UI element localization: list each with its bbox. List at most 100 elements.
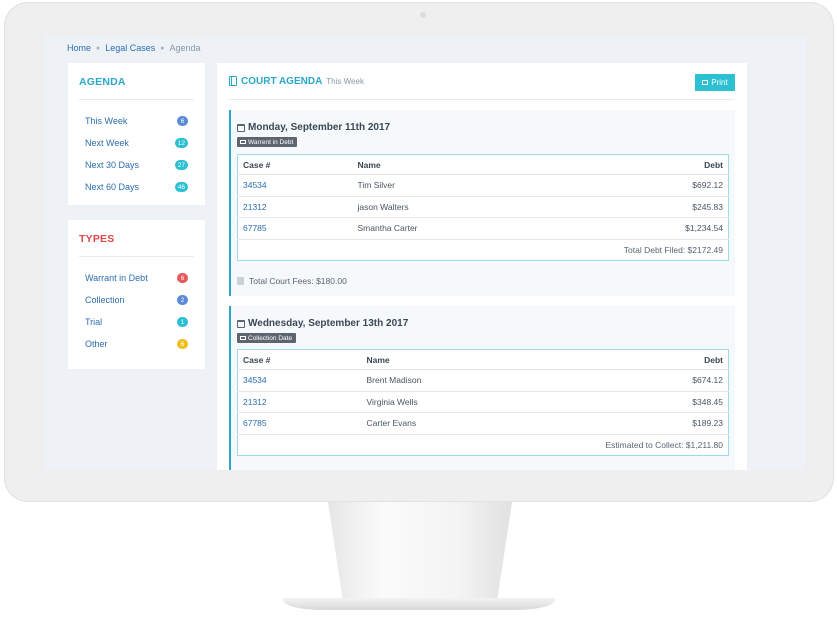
breadcrumb-legal-cases[interactable]: Legal Cases (105, 43, 155, 53)
screen: Home ● Legal Cases ● Agenda AGENDA This … (44, 36, 806, 470)
types-title: TYPES (79, 233, 115, 245)
type-item-label: Trial (85, 317, 103, 327)
count-badge: 6 (177, 116, 188, 126)
defendant-name: Smantha Carter (352, 217, 575, 240)
case-number-link[interactable]: 21312 (237, 196, 353, 218)
type-item-warrant-in-debt[interactable]: Warrant in Debt 6 (68, 267, 205, 289)
day-title: Monday, September 11th 2017 (231, 110, 735, 136)
court-fees: Total Court Fees: $180.00 (237, 276, 347, 286)
tag-label: Warrent in Debt (248, 138, 294, 146)
table-row: 21312 jason Walters $245.83 (237, 196, 729, 218)
day-title: Wednesday, September 13th 2017 (231, 306, 735, 332)
count-badge: 1 (177, 317, 188, 327)
defendant-name: Virginia Wells (361, 391, 586, 413)
agenda-item-label: This Week (85, 116, 128, 126)
debt-amount: $674.12 (585, 369, 729, 392)
breadcrumb-separator-icon: ● (160, 44, 165, 52)
type-item-label: Other (85, 339, 108, 349)
debt-amount: $692.12 (574, 174, 729, 197)
monitor-stand (328, 502, 512, 600)
table-header-row: Case # Name Debt (237, 349, 729, 370)
day-title-text: Wednesday, September 13th 2017 (248, 318, 409, 329)
column-header-name: Name (352, 154, 575, 175)
table-row: 34534 Brent Madison $674.12 (237, 369, 729, 392)
agenda-item-next-30-days[interactable]: Next 30 Days 27 (68, 154, 205, 176)
camera-dot (420, 12, 426, 18)
count-badge: 27 (174, 160, 188, 170)
print-label: Print (711, 78, 728, 87)
debt-amount: $348.45 (585, 391, 729, 413)
column-header-debt: Debt (585, 349, 729, 370)
print-button[interactable]: Print (695, 74, 735, 91)
print-icon (702, 80, 709, 85)
defendant-name: jason Walters (352, 196, 575, 218)
monitor-stand-base (283, 598, 555, 610)
defendant-name: Tim Silver (352, 174, 575, 197)
agenda-item-label: Next 30 Days (85, 160, 140, 170)
court-agenda-panel: COURT AGENDA This Week Print Monday, Sep… (217, 63, 747, 470)
debt-amount: $1,234.54 (574, 217, 729, 240)
case-number-link[interactable]: 34534 (237, 369, 362, 392)
cases-table: Case # Name Debt 34534 Brent Madison $67… (237, 349, 729, 456)
table-icon (240, 140, 246, 144)
tag-label: Collection Date (248, 334, 293, 342)
case-number-link[interactable]: 21312 (237, 391, 362, 413)
agenda-item-label: Next 60 Days (85, 182, 140, 192)
column-header-name: Name (361, 349, 586, 370)
cases-table: Case # Name Debt 34534 Tim Silver $692.1… (237, 154, 729, 261)
column-header-case: Case # (237, 349, 362, 370)
table-row: 67785 Carter Evans $189.23 (237, 412, 729, 435)
table-row: 21312 Virginia Wells $348.45 (237, 391, 729, 413)
case-type-tag: Collection Date (237, 333, 297, 343)
case-number-link[interactable]: 67785 (237, 412, 362, 435)
page-title: COURT AGENDA (241, 75, 323, 87)
day-title-text: Monday, September 11th 2017 (248, 122, 391, 133)
agenda-item-next-60-days[interactable]: Next 60 Days 46 (68, 176, 205, 198)
breadcrumb-current: Agenda (169, 43, 201, 53)
book-icon (229, 76, 237, 86)
agenda-item-label: Next Week (85, 138, 129, 148)
type-item-other[interactable]: Other 6 (68, 333, 205, 355)
breadcrumb-home[interactable]: Home (67, 43, 91, 53)
defendant-name: Brent Madison (361, 369, 586, 392)
table-header-row: Case # Name Debt (237, 154, 729, 175)
money-icon (240, 336, 246, 340)
count-badge: 6 (177, 273, 188, 283)
types-panel: TYPES Warrant in Debt 6 Collection 2 Tri… (68, 220, 205, 369)
calculator-icon (237, 277, 244, 285)
debt-amount: $245.83 (574, 196, 729, 218)
agenda-item-next-week[interactable]: Next Week 12 (68, 132, 205, 154)
count-badge: 12 (174, 138, 188, 148)
debt-amount: $189.23 (585, 412, 729, 435)
monitor-frame: Home ● Legal Cases ● Agenda AGENDA This … (4, 2, 834, 502)
total-debt-filed: Total Debt Filed: $2172.49 (623, 244, 723, 255)
estimated-to-collect: Estimated to Collect: $1,211.80 (605, 439, 724, 450)
table-row: 67785 Smantha Carter $1,234.54 (237, 217, 729, 240)
day-block: Wednesday, September 13th 2017 Collectio… (229, 306, 735, 470)
type-item-label: Warrant in Debt (85, 273, 148, 283)
column-header-case: Case # (237, 154, 353, 175)
table-total-row: Total Debt Filed: $2172.49 (238, 239, 729, 261)
case-type-tag: Warrent in Debt (237, 137, 298, 147)
agenda-item-this-week[interactable]: This Week 6 (68, 110, 205, 132)
agenda-title: AGENDA (79, 76, 126, 88)
type-item-trial[interactable]: Trial 1 (68, 311, 205, 333)
count-badge: 46 (174, 182, 188, 192)
table-row: 34534 Tim Silver $692.12 (237, 174, 729, 197)
panel-header: COURT AGENDA This Week Print (229, 63, 735, 100)
case-number-link[interactable]: 67785 (237, 217, 353, 240)
type-item-collection[interactable]: Collection 2 (68, 289, 205, 311)
breadcrumb-separator-icon: ● (96, 44, 101, 52)
court-fees-text: Total Court Fees: $180.00 (249, 276, 347, 286)
count-badge: 6 (177, 339, 188, 349)
calendar-icon (237, 319, 245, 328)
calendar-icon (237, 123, 245, 132)
day-block: Monday, September 11th 2017 Warrent in D… (229, 110, 735, 296)
page-subtitle: This Week (326, 76, 364, 86)
agenda-panel: AGENDA This Week 6 Next Week 12 Next 30 … (68, 63, 205, 205)
column-header-debt: Debt (574, 154, 729, 175)
table-total-row: Estimated to Collect: $1,211.80 (238, 434, 729, 456)
case-number-link[interactable]: 34534 (237, 174, 353, 197)
type-item-label: Collection (85, 295, 125, 305)
count-badge: 2 (177, 295, 188, 305)
